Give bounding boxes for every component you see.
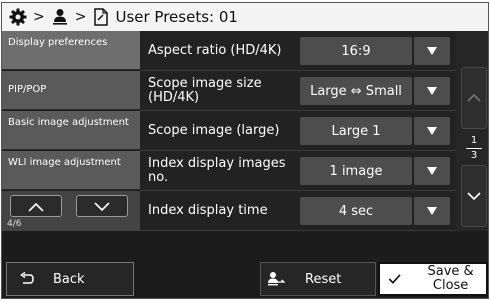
page-current: 1: [470, 135, 478, 146]
reset-button-label: Reset: [305, 271, 342, 287]
setting-value-field[interactable]: Large ⇔ Small: [300, 77, 412, 105]
header-breadcrumb: > > User Presets: 01: [2, 3, 488, 31]
dropdown-button[interactable]: [414, 37, 450, 65]
sidebar-page-up-button[interactable]: [10, 195, 62, 217]
triangle-down-icon: [427, 87, 437, 95]
triangle-down-icon: [427, 47, 437, 55]
setting-label: Aspect ratio (HD/4K): [148, 43, 282, 58]
dropdown-button[interactable]: [414, 117, 450, 145]
triangle-down-icon: [427, 127, 437, 135]
sidebar-item-wli-image-adjustment[interactable]: WLI image adjustment: [2, 151, 140, 190]
fraction-bar: [466, 148, 482, 149]
triangle-down-icon: [427, 207, 437, 215]
preset-window: > > User Presets: 01 Display preferences…: [1, 2, 489, 299]
sidebar-item-display-preferences[interactable]: Display preferences: [2, 31, 140, 70]
document-icon[interactable]: [91, 7, 111, 27]
sidebar-page-indicator: 4/6: [7, 219, 22, 229]
page-title: User Presets: 01: [115, 8, 238, 26]
checkmark-icon: [388, 274, 401, 284]
gear-icon[interactable]: [8, 7, 28, 27]
scroll-up-button[interactable]: [461, 67, 487, 129]
user-icon[interactable]: [50, 7, 70, 27]
chevron-down-icon: [93, 197, 111, 216]
return-arrow-icon: [20, 272, 34, 284]
setting-label: Index display time: [148, 203, 268, 218]
setting-row: Scope image size (HD/4K) Large ⇔ Small: [140, 71, 456, 111]
chevron-up-icon: [27, 197, 45, 216]
setting-label: Scope image size (HD/4K): [148, 76, 262, 105]
sidebar-item-label: Display preferences: [8, 37, 108, 48]
page-indicator: 1 3: [464, 135, 484, 162]
sidebar-item-label: Basic image adjustment: [8, 117, 129, 128]
sidebar-page-down-button[interactable]: [76, 195, 128, 217]
scroll-column: 1 3: [456, 31, 488, 231]
setting-value-field[interactable]: Large 1: [300, 117, 412, 145]
sidebar: Display preferences PIP/POP Basic image …: [2, 31, 140, 191]
setting-label: Scope image (large): [148, 123, 280, 138]
dropdown-button[interactable]: [414, 77, 450, 105]
page-total: 3: [470, 150, 478, 161]
setting-value-field[interactable]: 1 image: [300, 157, 412, 185]
sidebar-item-label: WLI image adjustment: [8, 157, 121, 168]
sidebar-item-basic-image-adjustment[interactable]: Basic image adjustment: [2, 111, 140, 150]
chevron-down-icon: [467, 192, 481, 201]
setting-value-field[interactable]: 4 sec: [300, 197, 412, 225]
back-button-label: Back: [53, 271, 85, 287]
scroll-down-button[interactable]: [461, 165, 487, 227]
reset-button[interactable]: Reset: [260, 262, 376, 296]
setting-row: Aspect ratio (HD/4K) 16:9: [140, 31, 456, 71]
save-close-button[interactable]: Save & Close: [378, 262, 488, 296]
dropdown-button[interactable]: [414, 197, 450, 225]
triangle-down-icon: [427, 167, 437, 175]
sidebar-item-label: PIP/POP: [8, 84, 47, 95]
chevron-up-icon: [467, 93, 481, 102]
breadcrumb-separator: >: [74, 9, 87, 25]
save-close-label: Save & Close: [427, 264, 474, 293]
setting-label: Index display images no.: [148, 156, 286, 185]
setting-value-field[interactable]: 16:9: [300, 37, 412, 65]
sidebar-item-pip-pop[interactable]: PIP/POP: [2, 71, 140, 110]
setting-row: Scope image (large) Large 1: [140, 111, 456, 151]
back-button[interactable]: Back: [6, 262, 134, 296]
sidebar-pager: 4/6: [2, 191, 140, 231]
breadcrumb-separator: >: [33, 9, 45, 25]
dropdown-button[interactable]: [414, 157, 450, 185]
bottom-bar: Back Reset Save & Close: [2, 257, 488, 298]
user-reset-icon: [268, 272, 285, 286]
setting-row: Index display time 4 sec: [140, 191, 456, 231]
setting-row: Index display images no. 1 image: [140, 151, 456, 191]
